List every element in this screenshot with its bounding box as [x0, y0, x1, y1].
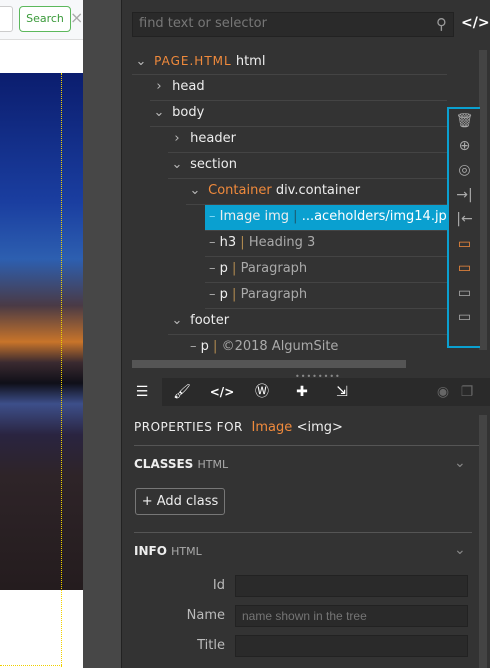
container-outline — [61, 73, 62, 667]
tree-search-input[interactable]: find text or selector ⚲ — [132, 12, 454, 37]
chevron-down-icon[interactable]: ⌄ — [454, 455, 466, 471]
leaf-dash-icon: – — [209, 261, 216, 276]
row-desc: Heading 3 — [248, 235, 316, 250]
row-desc: Paragraph — [240, 261, 308, 276]
row-desc: Paragraph — [240, 287, 308, 302]
append-icon[interactable]: ▭ — [449, 305, 480, 330]
row-desc: ...aceholders/img14.jpg — [301, 209, 456, 224]
tree-row-header[interactable]: › header — [168, 127, 447, 153]
row-tag: p — [219, 261, 228, 276]
section-title: INFO — [134, 544, 167, 558]
row-tag: section — [190, 157, 237, 172]
leaf-dash-icon: – — [209, 209, 216, 224]
element-actions-toolbar: 🗑 ⊕ ◎ →| |← ▭ ▭ ▭ ▭ — [447, 107, 480, 348]
chevron-right-icon[interactable]: › — [168, 127, 186, 151]
row-tag: html — [235, 54, 266, 69]
name-label: Name — [186, 608, 225, 623]
divider — [134, 532, 472, 533]
properties-prefix: PROPERTIES FOR — [134, 420, 243, 434]
search-placeholder: find text or selector — [139, 16, 267, 31]
tree-row-footer[interactable]: ⌄ footer — [168, 309, 447, 335]
row-name: Container — [208, 183, 272, 198]
title-label: Title — [197, 638, 225, 653]
add-class-button[interactable]: + Add class — [135, 488, 225, 515]
element-name: Image — [251, 420, 293, 435]
tab-wordpress-icon[interactable]: Ⓦ — [242, 378, 282, 406]
eye-icon[interactable]: ◉ — [432, 378, 454, 406]
chevron-down-icon[interactable]: ⌄ — [132, 50, 150, 74]
tree-row-footer-p[interactable]: – p | ©2018 AlgumSite — [190, 335, 447, 361]
insert-before-icon[interactable]: ▭ — [449, 232, 480, 257]
tree-row-container[interactable]: ⌄ Container div.container — [186, 179, 447, 205]
tab-export-icon[interactable]: ⇲ — [322, 378, 362, 406]
tree-row-html[interactable]: ⌄ PAGE.HTML html — [132, 49, 447, 75]
section-title: CLASSES — [134, 457, 194, 471]
tree-row-section[interactable]: ⌄ section — [168, 153, 447, 179]
hide-eye-icon[interactable]: ◎ — [449, 158, 480, 183]
panel-tabs: ☰ 🖌 </> Ⓦ ✚ ⇲ ◉ ❐ — [122, 378, 490, 406]
tree-row-head[interactable]: › head — [150, 75, 447, 101]
divider — [134, 445, 479, 446]
properties-title: PROPERTIES FOR Image <img> — [134, 420, 343, 435]
title-input[interactable] — [235, 635, 468, 657]
leaf-dash-icon: – — [209, 287, 216, 302]
section-sub: HTML — [171, 545, 202, 558]
chevron-down-icon[interactable]: ⌄ — [454, 542, 466, 558]
tree-vertical-scrollbar[interactable] — [479, 50, 487, 350]
element-tag: <img> — [296, 420, 343, 435]
row-tag: body — [172, 105, 205, 120]
chevron-down-icon[interactable]: ⌄ — [168, 153, 186, 177]
preview-image[interactable] — [0, 73, 83, 590]
chevron-down-icon[interactable]: ⌄ — [150, 101, 168, 125]
prepend-icon[interactable]: ▭ — [449, 281, 480, 306]
copy-icon[interactable]: ❐ — [456, 378, 478, 406]
tree-horizontal-scrollbar[interactable] — [132, 360, 406, 368]
chevron-right-icon[interactable]: › — [150, 75, 168, 99]
id-label: Id — [212, 578, 225, 593]
row-tag: div.container — [275, 183, 361, 198]
row-name: PAGE.HTML — [154, 54, 232, 68]
tree-row-p[interactable]: – p | Paragraph — [205, 283, 447, 309]
section-sub: HTML — [197, 458, 229, 471]
row-tag: head — [172, 79, 205, 94]
info-section-header[interactable]: INFO HTML — [134, 544, 202, 558]
close-icon[interactable]: × — [70, 8, 83, 27]
tree-row-h3[interactable]: – h3 | Heading 3 — [205, 231, 447, 257]
classes-section-header[interactable]: CLASSES HTML — [134, 457, 228, 471]
row-tag: p — [219, 287, 228, 302]
row-tag: p — [200, 339, 209, 354]
row-tag: header — [190, 131, 236, 146]
indent-icon[interactable]: →| — [449, 183, 480, 208]
leaf-dash-icon: – — [190, 339, 197, 354]
tree-row-p[interactable]: – p | Paragraph — [205, 257, 447, 283]
duplicate-icon[interactable]: ⊕ — [449, 134, 480, 159]
row-desc: ©2018 AlgumSite — [221, 339, 339, 354]
tab-styles-brush-icon[interactable]: 🖌 — [162, 378, 202, 406]
code-view-icon[interactable]: </> — [461, 15, 490, 31]
chevron-down-icon[interactable]: ⌄ — [168, 309, 186, 333]
insert-after-icon[interactable]: ▭ — [449, 256, 480, 281]
chevron-down-icon[interactable]: ⌄ — [186, 179, 204, 203]
id-input[interactable] — [235, 575, 468, 597]
tab-properties-sliders-icon[interactable]: ☰ — [122, 378, 162, 406]
trash-icon[interactable]: 🗑 — [449, 109, 480, 134]
search-icon[interactable]: ⚲ — [436, 15, 447, 33]
outdent-icon[interactable]: |← — [449, 207, 480, 232]
name-input[interactable] — [235, 605, 468, 627]
row-tag: footer — [190, 313, 230, 328]
tab-components-puzzle-icon[interactable]: ✚ — [282, 378, 322, 406]
tab-code-icon[interactable]: </> — [202, 378, 242, 406]
tree-row-image-selected[interactable]: – Image img | ...aceholders/img14.jpg — [205, 205, 455, 231]
container-outline-bottom — [0, 665, 62, 666]
preview-search-button[interactable]: Search — [19, 6, 71, 32]
properties-scrollbar[interactable] — [479, 415, 487, 668]
row-tag: h3 — [219, 235, 237, 250]
row-tag: Image img — [219, 209, 290, 224]
tree-row-body[interactable]: ⌄ body — [150, 101, 447, 127]
preview-search-input[interactable] — [0, 6, 13, 32]
leaf-dash-icon: – — [209, 235, 216, 250]
